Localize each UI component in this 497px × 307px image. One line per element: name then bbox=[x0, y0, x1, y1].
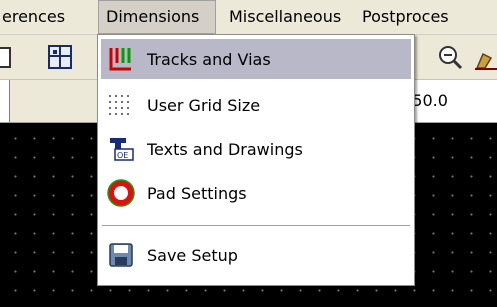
save-icon bbox=[107, 241, 135, 269]
menu-item-label: Tracks and Vias bbox=[147, 49, 271, 69]
menu-item-label: Save Setup bbox=[147, 245, 238, 265]
menu-item-label: Pad Settings bbox=[147, 183, 247, 203]
toolbar-button-board[interactable] bbox=[44, 41, 76, 73]
toolbar-button-partial-right[interactable] bbox=[470, 41, 497, 73]
status-field-left bbox=[0, 80, 10, 122]
menu-item-label: User Grid Size bbox=[147, 95, 261, 115]
menu-separator bbox=[102, 225, 410, 227]
pad-icon bbox=[107, 179, 135, 207]
menu-dimensions[interactable]: Dimensions bbox=[98, 0, 216, 34]
menu-item-save-setup[interactable]: Save Setup bbox=[101, 235, 411, 275]
menu-item-user-grid-size[interactable]: User Grid Size bbox=[101, 85, 411, 125]
menu-preferences[interactable]: erences bbox=[0, 0, 88, 34]
grid-icon bbox=[107, 91, 135, 119]
dimensions-dropdown-menu: Tracks and Vias User Grid Size OE Texts … bbox=[97, 34, 415, 286]
pencil-icon bbox=[475, 52, 497, 70]
menu-miscellaneous[interactable]: Miscellaneous bbox=[227, 0, 345, 34]
menu-bar: erences Dimensions Miscellaneous Postpro… bbox=[0, 0, 497, 35]
svg-text:OE: OE bbox=[117, 151, 128, 160]
tracks-vias-icon bbox=[107, 45, 135, 73]
text-icon: OE bbox=[107, 135, 135, 163]
toolbar-button-partial[interactable] bbox=[0, 41, 18, 73]
page-icon bbox=[0, 47, 11, 68]
menu-item-label: Texts and Drawings bbox=[147, 139, 303, 159]
menu-item-texts-and-drawings[interactable]: OE Texts and Drawings bbox=[101, 129, 411, 169]
toolbar-zoom-out-button[interactable] bbox=[434, 41, 466, 73]
menu-item-tracks-and-vias[interactable]: Tracks and Vias bbox=[101, 39, 411, 79]
menu-postprocess[interactable]: Postproces bbox=[362, 0, 497, 34]
board-icon bbox=[48, 45, 72, 69]
menu-item-pad-settings[interactable]: Pad Settings bbox=[101, 173, 411, 213]
zoom-out-icon bbox=[439, 46, 463, 70]
